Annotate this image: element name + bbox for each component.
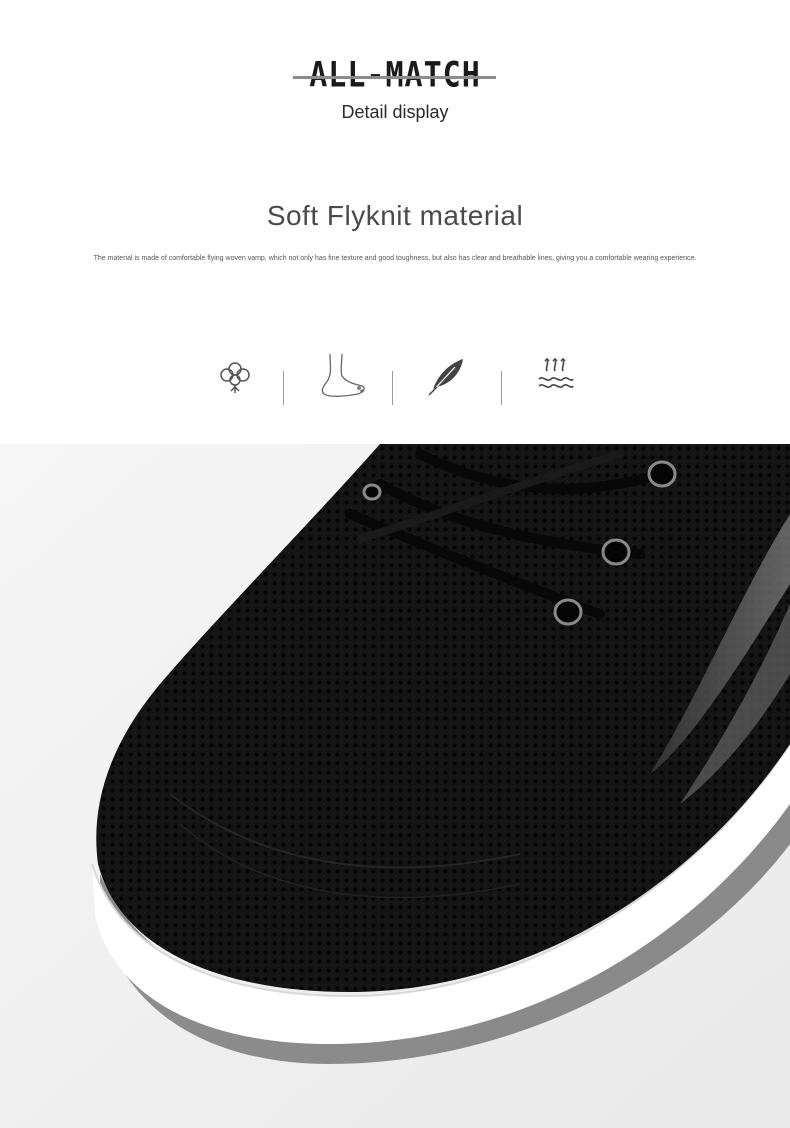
breathable-waves-icon: [520, 345, 590, 405]
brand-strike-line: [293, 76, 496, 79]
feature-icons-row: [200, 345, 610, 405]
shoe-photo: [0, 444, 790, 1128]
feature-divider: [501, 371, 502, 405]
brand-subtitle: Detail display: [341, 102, 449, 122]
product-detail-page: ALL-MATCH Detail display Soft Flyknit ma…: [0, 0, 790, 1128]
feather-icon: [412, 345, 482, 405]
foot-icon: [305, 345, 375, 405]
feature-divider: [283, 371, 284, 405]
section-description: The material is made of comfortable flyi…: [93, 255, 697, 262]
cotton-flower-icon: [200, 345, 270, 405]
feature-divider: [392, 371, 393, 405]
brand-header: ALL-MATCH Detail display: [0, 52, 790, 142]
section-title: Soft Flyknit material: [266, 200, 524, 231]
